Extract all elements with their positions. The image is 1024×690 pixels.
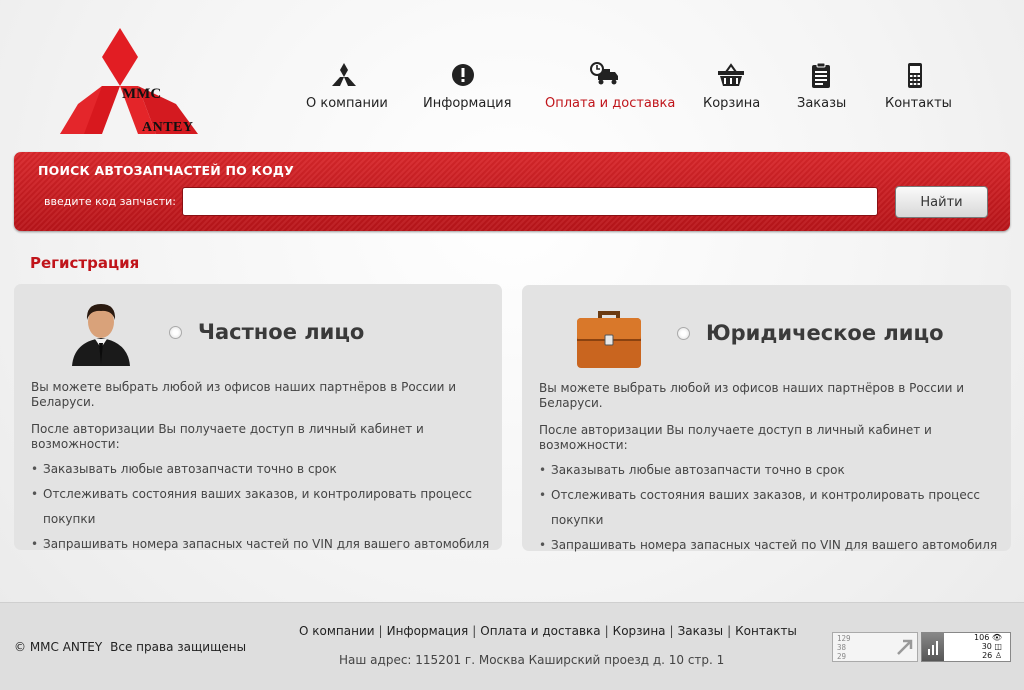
counter-value: 38 [837, 643, 847, 652]
delivery-truck-icon [589, 62, 618, 85]
footer: © MMC ANTEY Все права защищены О компании… [0, 602, 1024, 690]
counter-value: 106 [974, 633, 990, 642]
footer-link-cart[interactable]: Корзина [613, 624, 666, 638]
part-search-panel: ПОИСК АВТОЗАПЧАСТЕЙ ПО КОДУ введите код … [14, 152, 1010, 231]
nav-label: Информация [423, 96, 512, 111]
arrow-icon [897, 639, 913, 655]
nav-label: Корзина [703, 96, 761, 111]
rights-text: Все права защищены [110, 640, 247, 654]
person-icon [72, 304, 130, 366]
card-intro: Вы можете выбрать любой из офисов наших … [539, 381, 965, 410]
exclamation-icon [452, 64, 474, 86]
clipboard-icon [811, 62, 830, 88]
counter-value: 129 [837, 634, 851, 643]
card-heading: Частное лицо [198, 320, 365, 344]
counter-value: 30 [981, 642, 992, 651]
card-heading: Юридическое лицо [706, 321, 944, 345]
feature-item: Заказывать любые автозапчасти точно в ср… [539, 458, 999, 483]
nav-item-payment-delivery[interactable]: Оплата и доставка [545, 60, 675, 111]
card-lead: После авторизации Вы получаете доступ в … [31, 422, 424, 451]
registration-title: Регистрация [30, 254, 140, 272]
basket-icon [717, 63, 744, 86]
counter-value: 26 [982, 651, 993, 660]
card-legal-entity[interactable]: Юридическое лицо Вы можете выбрать любой… [522, 285, 1011, 558]
address: Наш адрес: 115201 г. Москва Каширский пр… [339, 653, 725, 667]
counter-value: 29 [837, 652, 847, 661]
nav-item-cart[interactable]: Корзина [703, 60, 761, 111]
card-description: Вы можете выбрать любой из офисов наших … [539, 381, 999, 558]
footer-link-info[interactable]: Информация [387, 624, 469, 638]
search-title: ПОИСК АВТОЗАПЧАСТЕЙ ПО КОДУ [38, 163, 294, 178]
card-description: Вы можете выбрать любой из офисов наших … [31, 380, 491, 557]
card-private-person[interactable]: Частное лицо Вы можете выбрать любой из … [14, 284, 502, 557]
private-person-radio[interactable] [169, 326, 182, 339]
footer-link-payment[interactable]: Оплата и доставка [480, 624, 600, 638]
counter-bar [922, 633, 944, 661]
footer-link-about[interactable]: О компании [299, 624, 375, 638]
feature-item: Запрашивать номера запасных частей по VI… [31, 532, 491, 557]
visit-counter-rating[interactable]: 106 👁 30 ◫ 26 ♙ [921, 632, 1011, 662]
main-nav: О компании Информация Оплата и доставка [0, 60, 1024, 120]
feature-item: Заказывать любые автозапчасти точно в ср… [31, 457, 491, 482]
nav-item-about[interactable]: О компании [306, 60, 388, 111]
copyright: © MMC ANTEY Все права защищены [14, 640, 246, 654]
find-button[interactable]: Найти [895, 186, 988, 218]
footer-link-contacts[interactable]: Контакты [735, 624, 797, 638]
nav-item-orders[interactable]: Заказы [797, 60, 847, 111]
card-intro: Вы можете выбрать любой из офисов наших … [31, 380, 457, 409]
footer-link-orders[interactable]: Заказы [678, 624, 724, 638]
mitsubishi-logo-icon [332, 63, 356, 86]
feature-item: Отслеживать состояния ваших заказов, и к… [31, 482, 491, 532]
nav-item-info[interactable]: Информация [423, 60, 511, 111]
brand-line2: ANTEY [142, 120, 194, 135]
chart-bars-icon [928, 641, 938, 655]
copyright-text: © MMC ANTEY [14, 640, 103, 654]
feature-item: Запрашивать номера запасных частей по VI… [539, 533, 999, 558]
nav-label: Оплата и доставка [545, 96, 676, 111]
visit-counter-liveinternet[interactable]: 129 38 29 [832, 632, 918, 662]
legal-entity-radio[interactable] [677, 327, 690, 340]
search-label: введите код запчасти: [44, 195, 176, 208]
footer-links: О компании | Информация | Оплата и доставка |… [299, 624, 797, 638]
nav-item-contacts[interactable]: Контакты [885, 60, 952, 111]
feature-item: Отслеживать состояния ваших заказов, и к… [539, 483, 999, 533]
card-lead: После авторизации Вы получаете доступ в … [539, 423, 932, 452]
part-code-input[interactable] [182, 187, 878, 216]
nav-label: Заказы [797, 96, 847, 111]
nav-label: О компании [306, 96, 388, 111]
nav-label: Контакты [885, 96, 952, 111]
briefcase-icon [577, 311, 641, 368]
phone-icon [908, 63, 922, 88]
